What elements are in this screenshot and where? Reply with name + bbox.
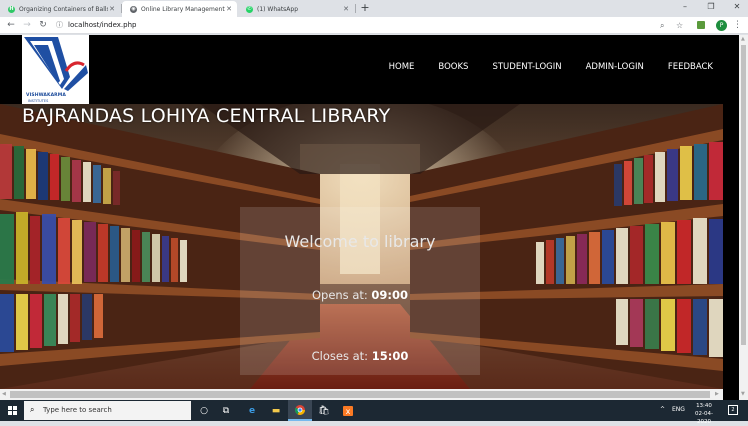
hero-section: BAJRANDAS LOHIYA CENTRAL LIBRARY Welcome…	[0, 104, 723, 389]
store-icon[interactable]: 🛍	[312, 400, 336, 421]
file-explorer-icon[interactable]: ▬	[264, 400, 288, 421]
tab-title: Organizing Containers of Balls |	[19, 5, 108, 13]
maximize-icon[interactable]: ❐	[704, 1, 718, 13]
xampp-icon[interactable]: x	[336, 400, 360, 421]
site-navbar: VISHWAKARMA INSTITUTES HOME BOOKS STUDEN…	[0, 35, 739, 104]
browser-toolbar: ← → ↻ ⓘ localhost/index.php ⌕ ☆ P ⋮	[0, 17, 748, 34]
reload-icon[interactable]: ↻	[37, 19, 49, 31]
closes-label: Closes at:	[311, 349, 369, 363]
opening-hours: Opens at: 09:00	[240, 288, 480, 302]
chrome-icon[interactable]	[288, 400, 312, 421]
task-view-icon[interactable]: ⧉	[214, 400, 238, 421]
opens-label: Opens at:	[311, 288, 368, 302]
tab-library[interactable]: ◉ Online Library Management Syste ✕	[122, 1, 237, 17]
nav-home[interactable]: HOME	[389, 62, 415, 72]
library-title: BAJRANDAS LOHIYA CENTRAL LIBRARY	[22, 105, 391, 127]
taskbar-clock[interactable]: 13:40 02-04-2020	[689, 402, 719, 426]
close-tab-icon[interactable]: ✕	[342, 5, 350, 13]
tab-title: Online Library Management Syste	[141, 5, 225, 13]
nav-student-login[interactable]: STUDENT-LOGIN	[492, 62, 561, 72]
clock-date: 02-04-2020	[695, 411, 713, 425]
vertical-scrollbar[interactable]: ▲ ▼	[739, 35, 748, 400]
windows-start-icon[interactable]	[0, 400, 24, 421]
welcome-panel: Welcome to library Opens at: 09:00 Close…	[240, 207, 480, 375]
nav-books[interactable]: BOOKS	[438, 62, 468, 72]
nav-links: HOME BOOKS STUDENT-LOGIN ADMIN-LOGIN FEE…	[365, 62, 713, 72]
url-text[interactable]: localhost/index.php	[68, 19, 136, 32]
whatsapp-icon: ✆	[246, 5, 253, 13]
scrollbar-thumb[interactable]	[741, 45, 746, 345]
scroll-down-icon[interactable]: ▼	[741, 391, 745, 397]
edge-icon[interactable]: e	[240, 400, 264, 421]
scroll-corner	[723, 389, 739, 400]
info-icon[interactable]: ⓘ	[56, 19, 63, 32]
logo-subtext: INSTITUTES	[28, 99, 49, 103]
bookmark-star-icon[interactable]: ☆	[676, 19, 683, 32]
scrollbar-thumb[interactable]	[10, 391, 710, 398]
forward-icon[interactable]: →	[21, 19, 33, 31]
page-viewport: VISHWAKARMA INSTITUTES HOME BOOKS STUDEN…	[0, 35, 739, 400]
search-icon: ⌕	[30, 405, 35, 414]
back-icon[interactable]: ←	[5, 19, 17, 31]
close-tab-icon[interactable]: ✕	[108, 5, 116, 13]
horizontal-scrollbar[interactable]: ◀ ▶	[0, 389, 723, 400]
language-indicator[interactable]: ENG	[672, 406, 685, 413]
scroll-right-icon[interactable]: ▶	[715, 391, 719, 397]
tab-title: (1) WhatsApp	[257, 5, 299, 13]
search-placeholder[interactable]: Type here to search	[43, 406, 112, 414]
tray-chevron-icon[interactable]: ^	[660, 406, 665, 413]
close-window-icon[interactable]: ✕	[730, 1, 744, 13]
address-bar[interactable]: ⓘ localhost/index.php ⌕ ☆	[54, 19, 690, 32]
opens-time: 09:00	[371, 288, 409, 302]
closing-hours: Closes at: 15:00	[240, 349, 480, 363]
hackerrank-icon: H	[8, 5, 15, 13]
windows-taskbar: ⌕ Type here to search ○ ⧉ e ▬ 🛍 x ^ ENG …	[0, 400, 748, 425]
notification-center-icon[interactable]: 2	[728, 405, 738, 415]
svg-text:x: x	[346, 407, 351, 416]
tab-separator	[355, 4, 356, 13]
nav-feedback[interactable]: FEEDBACK	[668, 62, 713, 72]
minimize-icon[interactable]: –	[678, 1, 692, 13]
close-tab-icon[interactable]: ✕	[225, 5, 233, 13]
new-tab-button[interactable]: +	[359, 2, 371, 14]
scroll-left-icon[interactable]: ◀	[2, 391, 6, 397]
welcome-heading: Welcome to library	[284, 232, 436, 251]
globe-icon: ◉	[130, 5, 137, 13]
site-logo[interactable]: VISHWAKARMA INSTITUTES	[22, 35, 89, 104]
tab-whatsapp[interactable]: ✆ (1) WhatsApp ✕	[238, 1, 354, 17]
menu-icon[interactable]: ⋮	[733, 19, 742, 31]
closes-time: 15:00	[371, 349, 409, 363]
profile-avatar[interactable]: P	[716, 20, 727, 31]
logo-text: VISHWAKARMA	[26, 93, 66, 98]
nav-admin-login[interactable]: ADMIN-LOGIN	[586, 62, 644, 72]
tab-strip: H Organizing Containers of Balls | ✕ ◉ O…	[0, 0, 748, 17]
scroll-up-icon[interactable]: ▲	[741, 36, 745, 42]
taskbar-search[interactable]: ⌕ Type here to search	[24, 401, 191, 420]
zoom-icon[interactable]: ⌕	[660, 19, 664, 32]
logo-emblem-icon	[24, 37, 88, 91]
cortana-icon[interactable]: ○	[192, 400, 216, 421]
extension-icon[interactable]	[697, 21, 705, 29]
tab-hackerrank[interactable]: H Organizing Containers of Balls | ✕	[0, 1, 120, 17]
clock-time: 13:40	[696, 403, 712, 409]
